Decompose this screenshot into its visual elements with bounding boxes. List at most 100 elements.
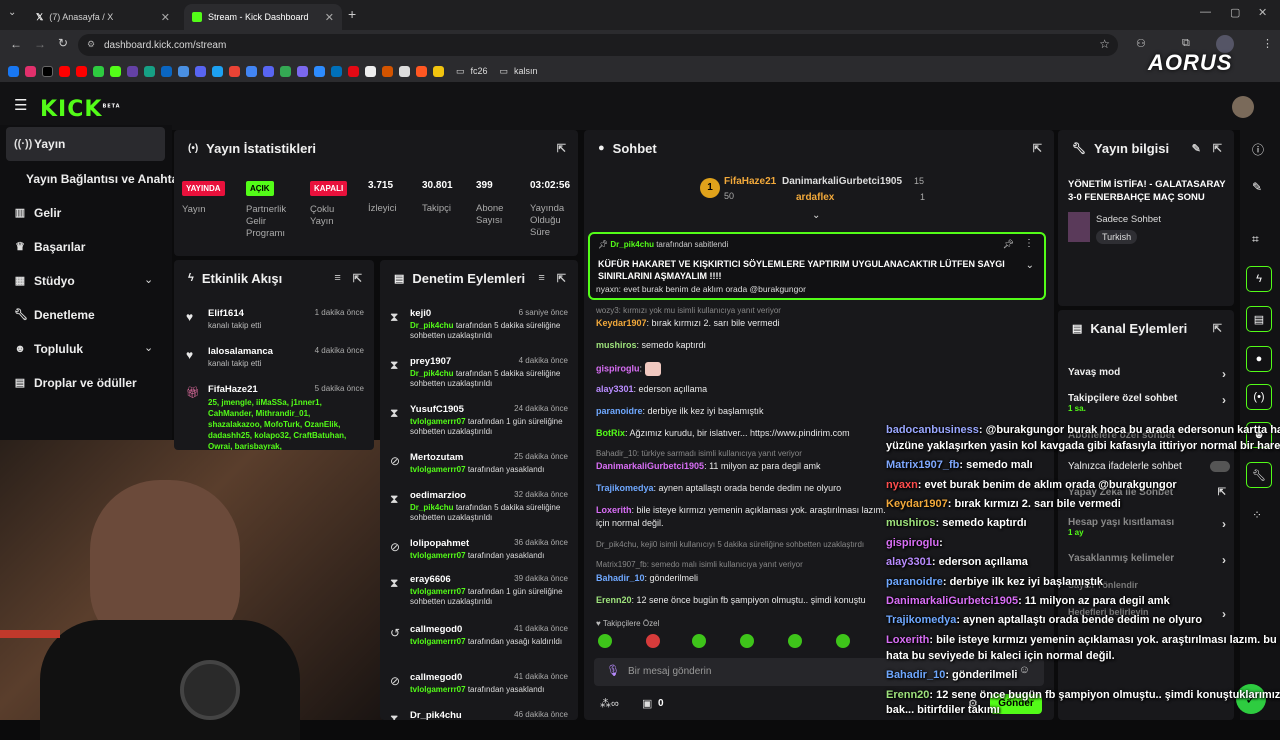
- docs-icon[interactable]: [246, 65, 257, 77]
- action-emote-only[interactable]: Yalnızca ifadelerle sohbet: [1068, 461, 1232, 472]
- kick-logo[interactable]: KICKBETA: [40, 97, 121, 122]
- user-avatar[interactable]: [1232, 96, 1254, 118]
- clip-icon[interactable]: ⌗: [1252, 232, 1259, 247]
- chat-username[interactable]: gispiroglu: [596, 363, 640, 373]
- mod-user[interactable]: tvlolgamerrr07: [410, 551, 466, 560]
- back-icon[interactable]: ←: [10, 37, 22, 51]
- chat-username[interactable]: Bahadir_10: [596, 573, 645, 583]
- filter-icon[interactable]: ≡: [538, 272, 544, 284]
- sidebar-item-studyo[interactable]: ▦ Stüdyo: [14, 274, 75, 288]
- forward-icon[interactable]: →: [34, 37, 46, 51]
- info-icon[interactable]: ⓘ: [1252, 141, 1264, 158]
- action-slow-mode[interactable]: Yavaş mod ›: [1068, 367, 1232, 381]
- bookmark-icon[interactable]: [331, 65, 342, 77]
- popout-icon[interactable]: ⇱: [1033, 142, 1042, 155]
- bookmark-icon[interactable]: [433, 65, 444, 77]
- action-account-age[interactable]: Hesap yaşı kısıtlaması 1 ay ›: [1068, 517, 1232, 537]
- site-info-icon[interactable]: ⚙: [87, 39, 95, 50]
- x-icon[interactable]: [42, 65, 53, 77]
- quick-action-chat[interactable]: ●: [1246, 346, 1272, 372]
- chevron-down-icon[interactable]: ⌄: [144, 341, 153, 354]
- chat-username[interactable]: mushiros: [596, 340, 637, 350]
- close-window-button[interactable]: ✕: [1258, 6, 1267, 19]
- top-gifter-name[interactable]: FifaHaze21: [724, 176, 776, 187]
- chat-username[interactable]: Loxerith: [596, 505, 632, 515]
- mod-user[interactable]: tvlolgamerrr07: [410, 685, 466, 694]
- chat-username[interactable]: DanimarkaliGurbetci1905: [596, 461, 704, 471]
- chat-username[interactable]: Trajikomedya: [596, 483, 654, 493]
- emote-icon[interactable]: [646, 634, 660, 648]
- category-name[interactable]: Sadece Sohbet: [1096, 214, 1161, 225]
- emote-icon[interactable]: [598, 634, 612, 648]
- filter-icon[interactable]: ≡: [334, 272, 340, 284]
- pinned-by[interactable]: Dr_pik4chu: [610, 240, 654, 249]
- sidebar-item-stream-key[interactable]: Yayın Bağlantısı ve Anahtarı: [26, 172, 186, 186]
- chevron-down-icon[interactable]: ⌄: [812, 210, 820, 221]
- mod-user[interactable]: Dr_pik4chu: [410, 321, 454, 330]
- bookmark-icon[interactable]: [382, 65, 393, 77]
- popout-icon[interactable]: ⇱: [353, 272, 362, 285]
- top-gifter-name[interactable]: DanimarkaliGurbetci1905: [782, 176, 902, 187]
- action-followers-only[interactable]: Takipçilere özel sohbet 1 sa. ›: [1068, 393, 1232, 413]
- bookmark-icon[interactable]: [280, 65, 291, 77]
- maximize-button[interactable]: ▢: [1230, 6, 1240, 19]
- mod-user[interactable]: tvlolgamerrr07: [410, 465, 466, 474]
- close-icon[interactable]: ✕: [325, 11, 334, 24]
- collapse-icon[interactable]: ⌄: [1026, 260, 1034, 271]
- tab-kick-dashboard[interactable]: Stream - Kick Dashboard ✕: [184, 4, 342, 30]
- bookmark-icon[interactable]: [144, 65, 155, 77]
- sidebar-item-droplar[interactable]: ▤ Droplar ve ödüller: [14, 376, 137, 390]
- store-icon[interactable]: ▣: [642, 697, 652, 710]
- toggle-switch[interactable]: [1210, 461, 1230, 472]
- hamburger-menu-icon[interactable]: ☰: [14, 96, 27, 114]
- reload-icon[interactable]: ↻: [58, 36, 68, 50]
- tab-twitter[interactable]: 𝕏 (7) Anasayfa / X ✕: [28, 4, 178, 30]
- mod-user[interactable]: tvlolgamerrr07: [410, 417, 466, 426]
- bookmark-folder-fc26[interactable]: fc26: [471, 66, 488, 76]
- mod-user[interactable]: Dr_pik4chu: [410, 503, 454, 512]
- quick-action-notes[interactable]: ▤: [1246, 306, 1272, 332]
- chat-username[interactable]: alay3301: [596, 384, 634, 394]
- quick-action-wrench[interactable]: 🔧︎: [1246, 462, 1272, 488]
- bookmark-icon[interactable]: [229, 65, 240, 77]
- popout-icon[interactable]: ⇱: [1213, 322, 1222, 335]
- chat-username[interactable]: BotRix: [596, 428, 625, 438]
- action-banned-words[interactable]: Yasaklanmış kelimeler ›: [1068, 553, 1232, 567]
- mod-user[interactable]: tvlolgamerrr07: [410, 637, 466, 646]
- more-apps-icon[interactable]: ⁘: [1252, 508, 1262, 522]
- twitch-icon[interactable]: [127, 65, 138, 77]
- linkedin-icon[interactable]: [161, 65, 172, 77]
- gift-sub-icon[interactable]: ⁂∞: [600, 697, 619, 710]
- sidebar-item-yayin[interactable]: ((·)) Yayın: [14, 137, 65, 151]
- bookmark-icon[interactable]: [348, 65, 359, 77]
- emote-icon[interactable]: [740, 634, 754, 648]
- tab-search-icon[interactable]: ⌄: [8, 7, 16, 18]
- youtube-icon[interactable]: [76, 65, 87, 77]
- top-gifter-name[interactable]: ardaflex: [796, 192, 834, 203]
- extensions-puzzle-icon[interactable]: ⧉: [1182, 37, 1190, 50]
- instagram-icon[interactable]: [25, 65, 36, 77]
- sidebar-item-basarilar[interactable]: ♛ Başarılar: [14, 240, 85, 254]
- chat-username[interactable]: Keydar1907: [596, 318, 647, 328]
- sidebar-item-denetleme[interactable]: 🔧︎ Denetleme: [14, 308, 95, 322]
- edit-pencil-icon[interactable]: ✎: [1252, 180, 1262, 194]
- edit-pencil-icon[interactable]: ✎: [1192, 142, 1201, 155]
- bookmark-folder-kalsin[interactable]: kalsın: [514, 66, 538, 76]
- more-options-icon[interactable]: ⋮: [1024, 238, 1034, 249]
- mod-user[interactable]: Dr_pik4chu: [410, 369, 454, 378]
- emoji-icon[interactable]: ☺: [1019, 664, 1030, 676]
- unpin-icon[interactable]: 📌︎: [1003, 239, 1014, 250]
- bookmark-icon[interactable]: [314, 65, 325, 77]
- bookmark-icon[interactable]: [416, 65, 427, 77]
- facebook-icon[interactable]: [8, 65, 19, 77]
- microphone-icon[interactable]: 🎙︎: [606, 664, 620, 677]
- emote-icon[interactable]: [692, 634, 706, 648]
- menu-kebab-icon[interactable]: ⋮: [1262, 37, 1273, 50]
- bookmark-icon[interactable]: [297, 65, 308, 77]
- kick-icon[interactable]: [110, 65, 121, 77]
- sidebar-item-topluluk[interactable]: ☻ Topluluk: [14, 342, 83, 356]
- popout-icon[interactable]: ⇱: [557, 142, 566, 155]
- extension-icon[interactable]: ⚇: [1136, 37, 1146, 50]
- bookmark-icon[interactable]: [212, 65, 223, 77]
- new-tab-button[interactable]: +: [348, 6, 356, 22]
